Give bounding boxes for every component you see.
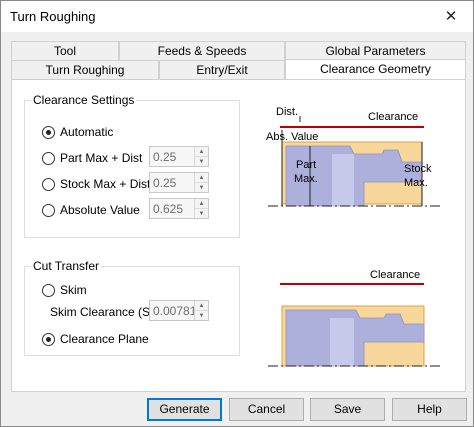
dialog-window: Turn Roughing ✕ Tool Feeds & Speeds Glob…	[0, 0, 474, 427]
radio-clearance-plane-label: Clearance Plane	[60, 332, 149, 346]
label-clearance-bottom: Clearance	[370, 269, 420, 281]
tab-entry-exit[interactable]: Entry/Exit	[159, 60, 285, 79]
skim-clearance-label: Skim Clearance (S)	[50, 305, 155, 319]
tab-turn-roughing[interactable]: Turn Roughing	[11, 60, 159, 79]
label-dist: Dist.	[276, 106, 298, 118]
save-button[interactable]: Save	[310, 398, 385, 421]
part-highlight	[332, 154, 354, 206]
label-clearance-top: Clearance	[368, 111, 418, 123]
tab-panel: Clearance Settings Automatic Part Max + …	[11, 79, 466, 392]
radio-part-max-dist-label: Part Max + Dist	[60, 151, 143, 165]
label-stock: Stock	[404, 163, 432, 175]
radio-stock-max-dist-label: Stock Max + Dist	[60, 177, 151, 191]
radio-absolute-value-label: Absolute Value	[60, 203, 140, 217]
help-button[interactable]: Help	[392, 398, 467, 421]
window-title: Turn Roughing	[10, 9, 96, 24]
close-icon: ✕	[444, 8, 458, 25]
radio-part-max-dist[interactable]: Part Max + Dist	[42, 151, 142, 165]
clearance-diagram-bottom: Clearance	[268, 269, 440, 367]
spin-down-icon[interactable]: ▼	[195, 182, 208, 192]
clearance-settings-title: Clearance Settings	[31, 93, 137, 107]
spin-up-icon[interactable]: ▲	[195, 147, 208, 156]
label-part: Part	[296, 159, 316, 171]
label-part-max: Max.	[294, 173, 318, 185]
spin-down-icon[interactable]: ▼	[195, 310, 208, 320]
part-max-dist-stepper[interactable]: ▲ ▼	[149, 146, 209, 167]
radio-clearance-plane[interactable]: Clearance Plane	[42, 332, 149, 346]
spin-down-icon[interactable]: ▼	[195, 208, 208, 218]
clearance-diagram-top: Dist. Clearance Abs. Value Part Max. Sto…	[266, 106, 440, 207]
radio-absolute-value-indicator	[42, 203, 55, 217]
radio-skim-label: Skim	[60, 283, 87, 297]
tab-feeds-speeds[interactable]: Feeds & Speeds	[119, 41, 285, 60]
spin-up-icon[interactable]: ▲	[195, 301, 208, 310]
radio-skim[interactable]: Skim	[42, 283, 87, 297]
part-max-dist-input[interactable]	[150, 147, 194, 166]
spin-up-icon[interactable]: ▲	[195, 199, 208, 208]
tab-global-parameters[interactable]: Global Parameters	[285, 41, 466, 60]
radio-absolute-value[interactable]: Absolute Value	[42, 203, 140, 217]
close-button[interactable]: ✕	[433, 2, 469, 30]
absolute-value-input[interactable]	[150, 199, 194, 218]
label-abs-value: Abs. Value	[266, 131, 318, 143]
stock-max-dist-stepper[interactable]: ▲ ▼	[149, 172, 209, 193]
absolute-value-stepper[interactable]: ▲ ▼	[149, 198, 209, 219]
cut-transfer-title: Cut Transfer	[31, 259, 102, 273]
radio-part-max-dist-indicator	[42, 151, 55, 165]
clearance-settings-group: Clearance Settings Automatic Part Max + …	[24, 93, 240, 238]
spin-up-icon[interactable]: ▲	[195, 173, 208, 182]
stock-max-dist-input[interactable]	[150, 173, 194, 192]
label-stock-max: Max.	[404, 177, 428, 189]
title-bar: Turn Roughing ✕	[1, 1, 473, 32]
radio-clearance-plane-indicator	[42, 332, 55, 346]
tab-clearance-geometry[interactable]: Clearance Geometry	[285, 59, 466, 79]
cancel-button[interactable]: Cancel	[229, 398, 304, 421]
radio-automatic[interactable]: Automatic	[42, 125, 113, 139]
tab-tool[interactable]: Tool	[11, 41, 119, 60]
part-highlight	[330, 318, 354, 366]
radio-stock-max-dist-indicator	[42, 177, 55, 191]
skim-clearance-stepper[interactable]: ▲ ▼	[149, 300, 209, 321]
spin-down-icon[interactable]: ▼	[195, 156, 208, 166]
radio-automatic-indicator	[42, 125, 55, 139]
skim-clearance-input[interactable]	[150, 301, 194, 320]
radio-stock-max-dist[interactable]: Stock Max + Dist	[42, 177, 150, 191]
radio-skim-indicator	[42, 283, 55, 297]
radio-automatic-label: Automatic	[60, 125, 114, 139]
cut-transfer-group: Cut Transfer Skim Skim Clearance (S) ▲ ▼…	[24, 259, 240, 356]
generate-button[interactable]: Generate	[147, 398, 222, 421]
